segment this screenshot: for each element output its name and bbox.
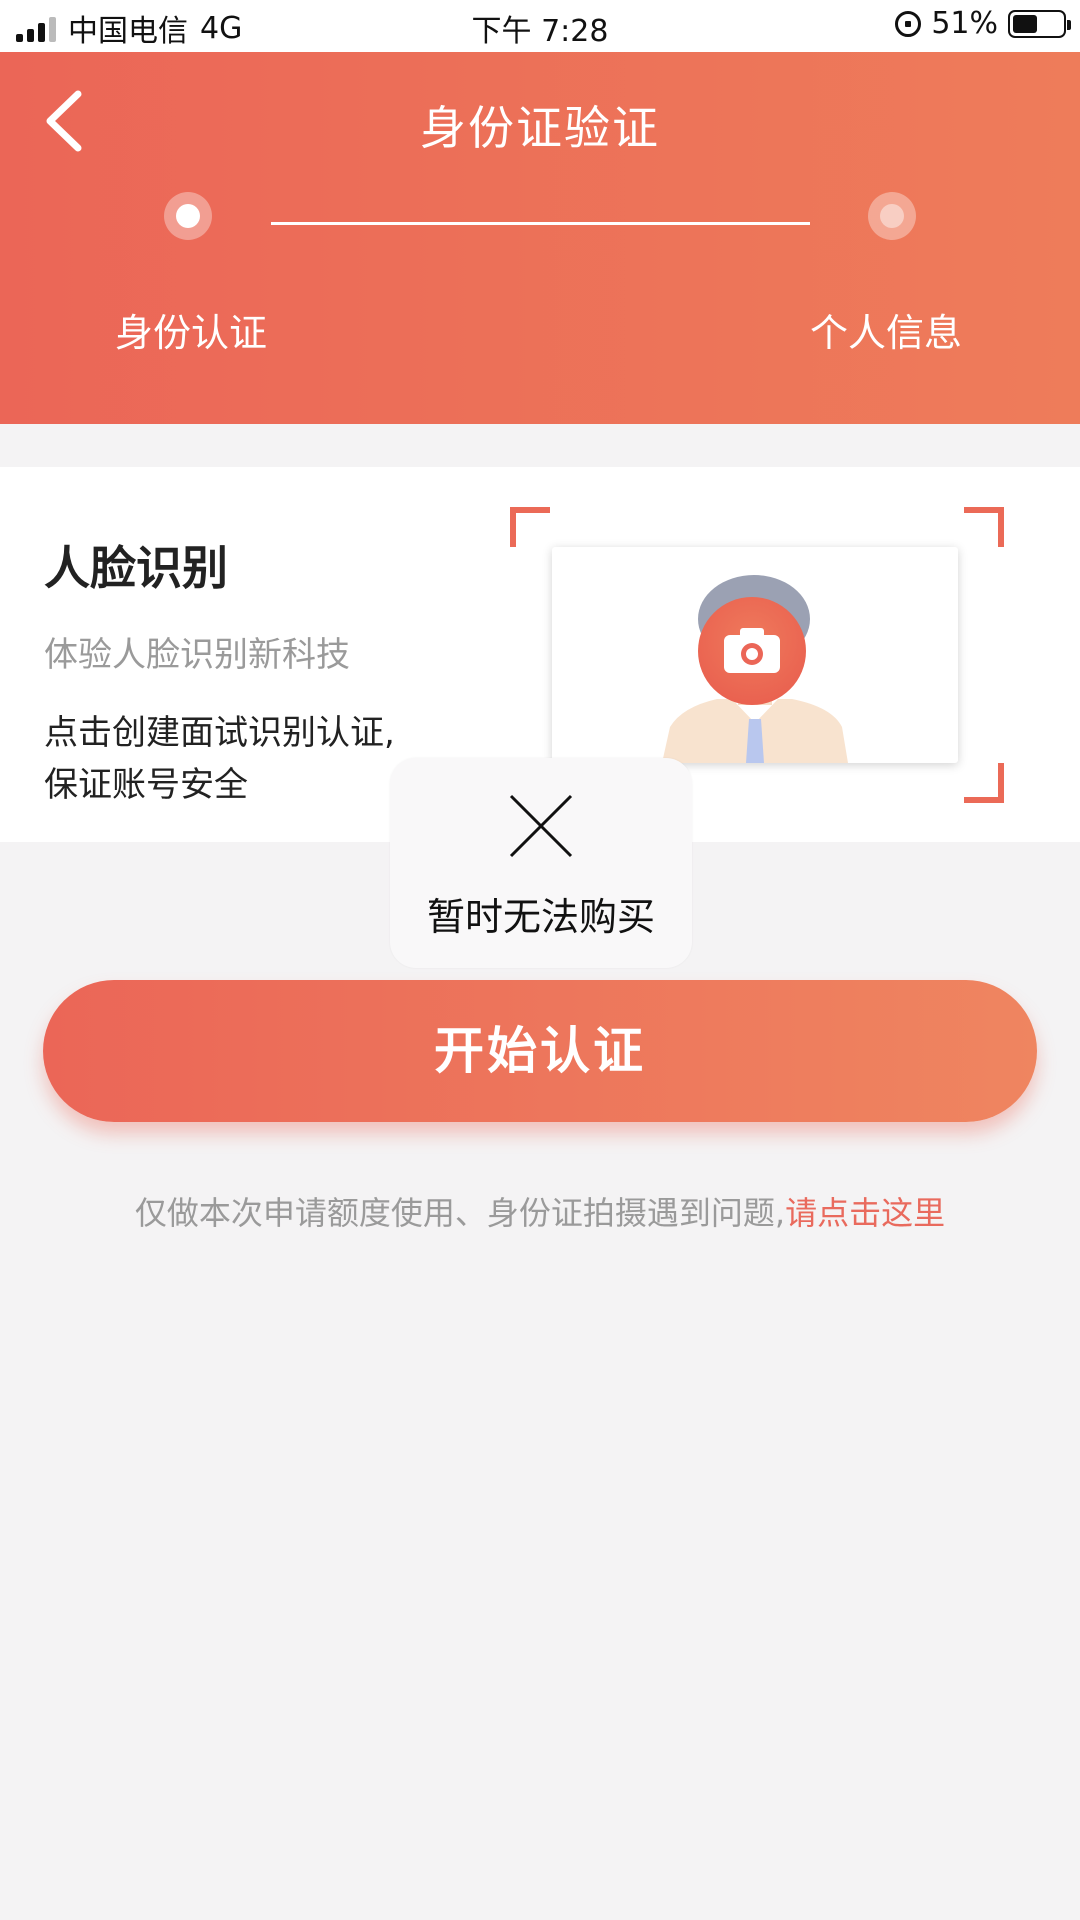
step-indicator-1 xyxy=(164,192,212,240)
card-description-line-1: 点击创建面试识别认证, xyxy=(44,713,395,753)
rotation-lock-icon xyxy=(895,10,922,37)
help-link[interactable]: 请点击这里 xyxy=(785,1194,945,1232)
photo-placeholder xyxy=(552,547,958,763)
toast-message: 暂时无法购买 xyxy=(426,895,655,939)
page-title: 身份证验证 xyxy=(420,101,660,155)
battery-percent: 51% xyxy=(931,6,998,41)
camera-icon xyxy=(698,597,806,705)
help-note: 仅做本次申请额度使用、身份证拍摄遇到问题,请点击这里 xyxy=(0,1188,1080,1234)
status-bar: 中国电信 4G 下午 7:28 51% xyxy=(0,0,1080,52)
frame-corner-top-right xyxy=(964,507,1004,547)
frame-corner-bottom-right xyxy=(964,763,1004,803)
step-indicator-2 xyxy=(868,192,916,240)
card-subtitle: 体验人脸识别新科技 xyxy=(44,635,350,675)
close-icon xyxy=(509,794,573,858)
help-note-text: 仅做本次申请额度使用、身份证拍摄遇到问题, xyxy=(134,1194,786,1232)
card-title: 人脸识别 xyxy=(44,541,228,595)
step-connector xyxy=(271,222,810,225)
step-label-identity: 身份认证 xyxy=(115,311,268,355)
frame-corner-top-left xyxy=(510,507,550,547)
card-description: 点击创建面试识别认证, 保证账号安全 xyxy=(44,707,395,811)
battery-fill xyxy=(1013,14,1038,33)
card-description-line-2: 保证账号安全 xyxy=(44,765,248,805)
step-label-personal-info: 个人信息 xyxy=(810,311,963,355)
status-right: 51% xyxy=(895,6,1071,41)
start-verification-button[interactable]: 开始认证 xyxy=(43,980,1037,1122)
header: 身份证验证 身份认证 个人信息 xyxy=(0,52,1080,424)
battery-icon xyxy=(1008,9,1071,38)
error-toast: 暂时无法购买 xyxy=(390,758,692,968)
